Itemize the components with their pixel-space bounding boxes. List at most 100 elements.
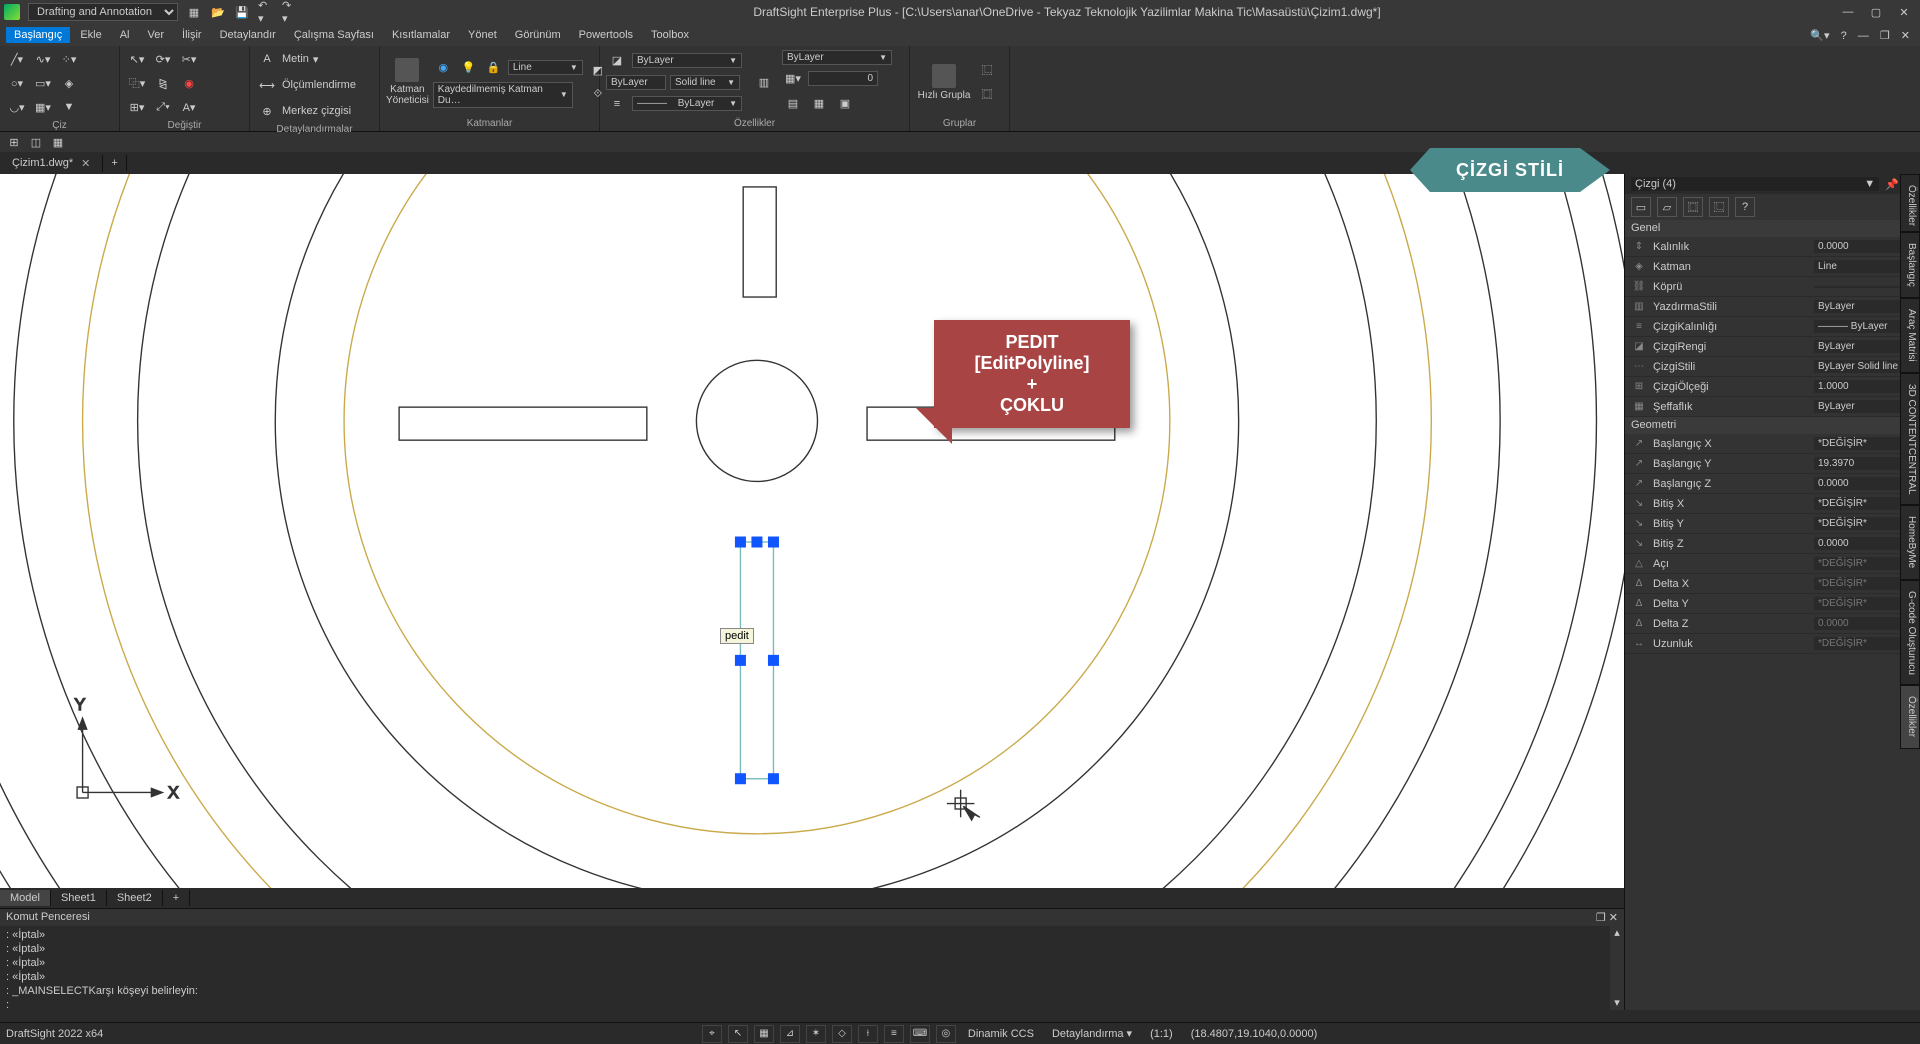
dimension-icon[interactable]: ⟷ — [256, 74, 278, 96]
status-qinput-icon[interactable]: ⌨ — [910, 1025, 930, 1043]
sidetab-aracmatrisi[interactable]: Araç Matrisi — [1900, 298, 1920, 373]
workspace-select[interactable]: Drafting and Annotation — [28, 3, 178, 21]
prop-row-value[interactable]: ByLayer — [1814, 400, 1914, 413]
status-polar-icon[interactable]: ✶ — [806, 1025, 826, 1043]
doc-minimize-button[interactable]: — — [1858, 30, 1869, 42]
mirror-tool-icon[interactable]: ⧎ — [152, 72, 174, 94]
prop-row-value[interactable]: *DEĞİŞİR* — [1814, 497, 1914, 510]
section-geometry[interactable]: Geometri▴ — [1625, 417, 1920, 434]
search-icon[interactable]: 🔍▾ — [1810, 30, 1829, 42]
redo-icon[interactable]: ↷ ▾ — [282, 4, 298, 20]
offset-tool-icon[interactable]: ◉ — [178, 72, 200, 94]
scale-tool-icon[interactable]: ⤢▾ — [152, 96, 174, 118]
layer-manager-button[interactable]: Katman Yöneticisi — [386, 58, 429, 106]
undo-icon[interactable]: ↶ ▾ — [258, 4, 274, 20]
status-lweight-icon[interactable]: ≡ — [884, 1025, 904, 1043]
section-general[interactable]: Genel▴ — [1625, 220, 1920, 237]
menu-yonet[interactable]: Yönet — [460, 27, 505, 43]
ungroup-icon[interactable]: ⿺ — [976, 59, 998, 81]
doc-tab-1[interactable]: Çizim1.dwg* ✕ — [0, 155, 103, 172]
maximize-button[interactable]: ▢ — [1864, 6, 1888, 19]
prop-row-value[interactable]: *DEĞİŞİR* — [1814, 517, 1914, 530]
command-body[interactable]: : «İptal» : «İptal» : «İptal» : «İptal» … — [0, 926, 1624, 1010]
circle-tool-icon[interactable]: ○▾ — [6, 72, 28, 94]
sidetab-ozellikler-top[interactable]: Özellikler — [1900, 174, 1920, 232]
menu-powertools[interactable]: Powertools — [571, 27, 641, 43]
lweight-icon[interactable]: ≡ — [606, 93, 628, 115]
status-cycle-icon[interactable]: ◎ — [936, 1025, 956, 1043]
sidetab-baslangic[interactable]: Başlangıç — [1900, 232, 1920, 298]
prop-select-icon[interactable]: ⿴ — [1683, 197, 1703, 217]
text-icon[interactable]: A — [256, 48, 278, 70]
list-icon[interactable]: ▤ — [782, 93, 804, 115]
layer-select[interactable]: Line▼ — [508, 60, 583, 75]
status-etrack-icon[interactable]: ⟊ — [858, 1025, 878, 1043]
transparency-icon[interactable]: ▦▾ — [782, 68, 804, 90]
arc-tool-icon[interactable]: ◡▾ — [6, 96, 28, 118]
prop-row-value[interactable]: Line▼ — [1814, 260, 1914, 273]
menu-ver[interactable]: Ver — [140, 27, 173, 43]
prop-row-value[interactable]: ByLayer▼ — [1814, 300, 1914, 313]
pattern-tool-icon[interactable]: ⊞▾ — [126, 96, 148, 118]
menu-calisma[interactable]: Çalışma Sayfası — [286, 27, 382, 43]
doc-close-button[interactable]: ✕ — [1901, 30, 1910, 42]
menu-detaylandir[interactable]: Detaylandır — [212, 27, 284, 43]
prop-row-value[interactable]: 19.3970 — [1814, 457, 1914, 470]
layer-state-select[interactable]: Kaydedilmemiş Katman Du…▼ — [433, 82, 573, 108]
expand-draw-icon[interactable]: ▼ — [58, 96, 80, 118]
bylayer2-select[interactable]: ByLayer▼ — [782, 50, 892, 65]
sidetab-gcode[interactable]: G-code Oluşturucu — [1900, 580, 1920, 686]
prop-row-value[interactable]: *DEĞİŞİR* — [1814, 437, 1914, 450]
move-tool-icon[interactable]: ↖▾ — [126, 48, 148, 70]
layer-off-icon[interactable]: 💡 — [458, 57, 479, 79]
copy-tool-icon[interactable]: ⿻▾ — [126, 72, 148, 94]
color-select[interactable]: ByLayer▼ — [632, 53, 742, 68]
status-grid-icon[interactable]: ▦ — [754, 1025, 774, 1043]
prop-row-value[interactable]: 0.0000 — [1814, 240, 1914, 253]
prop-filter-icon[interactable]: ▱ — [1657, 197, 1677, 217]
close-button[interactable]: ✕ — [1892, 6, 1916, 19]
rotate-tool-icon[interactable]: ⟳▾ — [152, 48, 174, 70]
status-snap-icon[interactable]: ⌖ — [702, 1025, 722, 1043]
layer-color-icon[interactable]: ◉ — [433, 57, 454, 79]
cmd-restore-icon[interactable]: ❐ — [1596, 912, 1606, 924]
transparency-value[interactable]: 0 — [808, 71, 878, 86]
ltype-a-select[interactable]: ByLayer — [606, 75, 666, 90]
ltype-b-select[interactable]: Solid line▼ — [670, 75, 740, 90]
prop-help-icon[interactable]: ? — [1735, 197, 1755, 217]
snap-icon[interactable]: ◫ — [28, 134, 44, 150]
prop-row-value[interactable] — [1814, 286, 1914, 288]
status-esnap-icon[interactable]: ◇ — [832, 1025, 852, 1043]
menu-al[interactable]: Al — [112, 27, 138, 43]
text-style-icon[interactable]: A▾ — [178, 96, 200, 118]
layer-lock-icon[interactable]: 🔒 — [483, 57, 504, 79]
menu-ekle[interactable]: Ekle — [72, 27, 109, 43]
selection-combo[interactable]: Çizgi (4)▼ — [1631, 177, 1879, 191]
menu-toolbox[interactable]: Toolbox — [643, 27, 697, 43]
drawing-canvas[interactable]: Y X pedit — [0, 174, 1624, 888]
doc-tab-close-icon[interactable]: ✕ — [81, 157, 90, 170]
trim-tool-icon[interactable]: ✂▾ — [178, 48, 200, 70]
menu-gorunum[interactable]: Görünüm — [507, 27, 569, 43]
props-icon[interactable]: ▦ — [808, 93, 830, 115]
prop-row-value[interactable]: 1.0000 — [1814, 380, 1914, 393]
help-icon[interactable]: ? — [1841, 30, 1847, 42]
menu-ilisir[interactable]: İlişir — [174, 27, 210, 43]
rect-tool-icon[interactable]: ▭▾ — [32, 72, 54, 94]
status-annot[interactable]: Detaylandırma ▾ — [1046, 1027, 1138, 1040]
line-tool-icon[interactable]: ╱▾ — [6, 48, 28, 70]
sidetab-homebyme[interactable]: HomeByMe — [1900, 505, 1920, 579]
ccs-icon[interactable]: ⊞ — [6, 134, 22, 150]
group-edit-icon[interactable]: ⿴ — [976, 83, 998, 105]
tab-model[interactable]: Model — [0, 890, 51, 906]
point-tool-icon[interactable]: ⁘▾ — [58, 48, 80, 70]
grid-icon[interactable]: ▦ — [50, 134, 66, 150]
save-icon[interactable]: 💾 — [234, 4, 250, 20]
doc-restore-button[interactable]: ❐ — [1880, 30, 1890, 42]
tab-add[interactable]: + — [163, 890, 190, 906]
sidetab-3dcc[interactable]: 3D CONTENTCENTRAL — [1900, 373, 1920, 506]
quick-group-button[interactable]: Hızlı Grupla — [916, 64, 972, 101]
lweight-select[interactable]: ——— ByLayer▼ — [632, 96, 742, 111]
color-icon[interactable]: ◪ — [606, 50, 628, 72]
menu-baslangic[interactable]: Başlangıç — [6, 27, 70, 43]
